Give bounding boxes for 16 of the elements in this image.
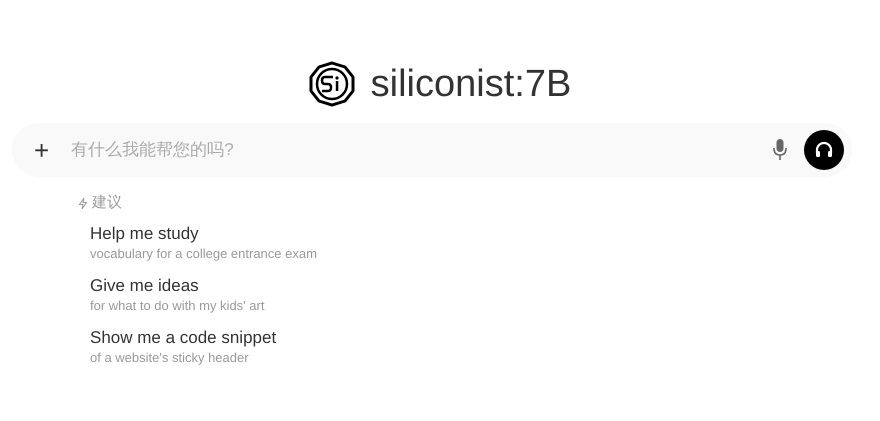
suggestions-label: 建议 (92, 193, 122, 213)
message-input[interactable]: 有什么我能帮您的吗? (69, 136, 764, 164)
attach-button[interactable]: + (30, 137, 54, 163)
headphones-button[interactable] (804, 130, 844, 170)
app-title: siliconist:7B (370, 62, 572, 107)
suggestion-subtitle: of a website's sticky header (90, 348, 250, 366)
composer-bar[interactable]: + 有什么我能帮您的吗? (12, 123, 852, 177)
lightning-icon (78, 196, 88, 210)
suggestion-title[interactable]: Give me ideas (90, 274, 880, 296)
logo-icon (308, 61, 355, 107)
suggestion-subtitle: for what to do with my kids' art (90, 296, 266, 314)
microphone-icon[interactable] (772, 138, 788, 162)
suggestion-title[interactable]: Show me a code snippet (90, 326, 880, 348)
suggestion-subtitle: vocabulary for a college entrance exam (90, 244, 318, 262)
suggestion-title[interactable]: Help me study (90, 222, 880, 244)
headphones-icon (814, 140, 834, 160)
